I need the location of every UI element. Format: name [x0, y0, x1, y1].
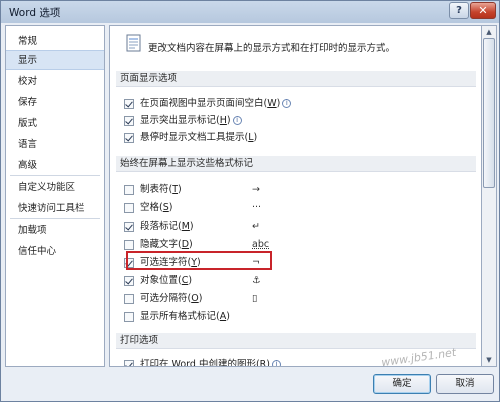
nav-item-customize-ribbon[interactable]: 自定义功能区 — [6, 178, 104, 198]
tab-checkbox[interactable] — [124, 185, 134, 195]
object-anchors-checkbox[interactable] — [124, 276, 134, 286]
section-format-marks: 始终在屏幕上显示这些格式标记 — [116, 156, 476, 172]
print-drawings-checkbox[interactable] — [124, 360, 134, 366]
highlighter-checkbox[interactable] — [124, 116, 134, 126]
info-icon: i — [272, 360, 281, 366]
title-bar: Word 选项 ? ✕ — [1, 1, 499, 23]
nav-item-proofing[interactable]: 校对 — [6, 72, 104, 92]
space-dots-icon: ··· — [252, 202, 262, 213]
anchor-icon: ⚓ — [252, 275, 261, 286]
info-icon: i — [282, 99, 292, 108]
paragraph-mark-icon: ↵ — [252, 221, 260, 232]
display-options-panel: 更改文档内容在屏幕上的显示方式和在打印时的显示方式。 页面显示选项 在页面视图中… — [109, 25, 482, 367]
nav-item-display[interactable]: 显示 — [6, 50, 104, 70]
paragraph-checkbox[interactable] — [124, 222, 134, 232]
scroll-thumb[interactable] — [483, 38, 495, 188]
word-options-dialog: Word 选项 ? ✕ 常规 显示 校对 保存 版式 语言 高级 自定义功能区 … — [0, 0, 500, 402]
ok-button[interactable]: 确定 — [373, 374, 431, 394]
panel-description: 更改文档内容在屏幕上的显示方式和在打印时的显示方式。 — [148, 43, 396, 54]
nav-divider — [10, 175, 100, 176]
nav-item-language[interactable]: 语言 — [6, 135, 104, 155]
nav-item-add-ins[interactable]: 加载项 — [6, 221, 104, 241]
window-title: Word 选项 — [9, 7, 61, 19]
scroll-up-icon[interactable]: ▲ — [484, 27, 494, 37]
nav-item-general[interactable]: 常规 — [6, 32, 104, 52]
options-nav: 常规 显示 校对 保存 版式 语言 高级 自定义功能区 快速访问工具栏 加载项 … — [5, 25, 105, 367]
nav-item-quick-access-toolbar[interactable]: 快速访问工具栏 — [6, 199, 104, 219]
whitespace-checkbox[interactable] — [124, 99, 134, 109]
nav-item-typography[interactable]: 版式 — [6, 114, 104, 134]
nav-item-trust-center[interactable]: 信任中心 — [6, 242, 104, 262]
info-icon: i — [232, 116, 242, 125]
cancel-button[interactable]: 取消 — [436, 374, 494, 394]
optional-breaks-checkbox[interactable] — [124, 294, 134, 304]
section-print: 打印选项 — [116, 333, 476, 349]
section-page-display: 页面显示选项 — [116, 71, 476, 87]
tab-arrow-icon: → — [252, 184, 260, 195]
close-button[interactable]: ✕ — [470, 2, 496, 19]
nav-item-save[interactable]: 保存 — [6, 93, 104, 113]
hidden-text-sample: abc — [252, 239, 270, 250]
show-all-marks-checkbox[interactable] — [124, 312, 134, 322]
spaces-checkbox[interactable] — [124, 203, 134, 213]
hidden-text-checkbox[interactable] — [124, 240, 134, 250]
nav-divider — [10, 218, 100, 219]
tooltips-checkbox[interactable] — [124, 133, 134, 143]
help-button[interactable]: ? — [449, 2, 469, 19]
optional-break-icon: ▯ — [252, 293, 258, 304]
vertical-scrollbar[interactable]: ▲ ▼ — [482, 25, 497, 367]
document-display-icon — [126, 34, 141, 52]
nav-item-advanced[interactable]: 高级 — [6, 156, 104, 176]
scroll-down-icon[interactable]: ▼ — [484, 355, 494, 365]
red-highlight-box — [126, 251, 272, 270]
